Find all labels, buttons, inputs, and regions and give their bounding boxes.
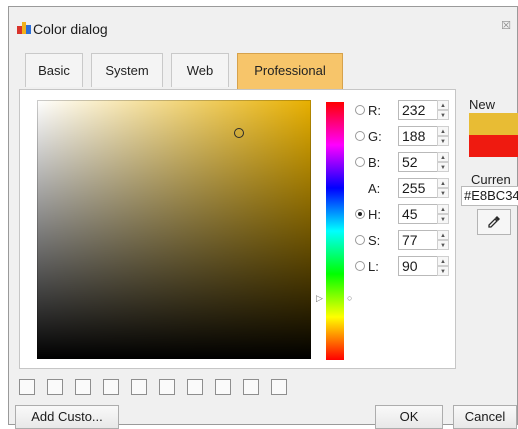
custom-color-slot[interactable] — [131, 379, 147, 395]
current-color-label: Curren — [471, 172, 511, 187]
custom-color-slot[interactable] — [215, 379, 231, 395]
custom-color-slot[interactable] — [187, 379, 203, 395]
color-cursor[interactable] — [234, 128, 244, 138]
stepper-blue[interactable]: ▲ ▼ — [437, 152, 449, 172]
stepper-hue[interactable]: ▲ ▼ — [437, 204, 449, 224]
hue-slider[interactable] — [326, 102, 344, 360]
input-hue[interactable]: 45 — [398, 204, 438, 224]
label-hue: H: — [368, 207, 381, 222]
window-title: Color dialog — [33, 21, 108, 37]
label-green: G: — [368, 129, 382, 144]
spin-down-icon[interactable]: ▼ — [437, 240, 449, 250]
hue-marker-left-icon[interactable]: ▷ — [316, 293, 323, 303]
spin-up-icon[interactable]: ▲ — [437, 152, 449, 162]
spin-up-icon[interactable]: ▲ — [437, 178, 449, 188]
color-palette-icon — [17, 22, 31, 34]
tab-professional[interactable]: Professional — [237, 53, 343, 89]
spin-down-icon[interactable]: ▼ — [437, 162, 449, 172]
custom-color-slot[interactable] — [47, 379, 63, 395]
eyedropper-button[interactable] — [477, 209, 511, 235]
custom-color-slot[interactable] — [19, 379, 35, 395]
new-color-label: New — [469, 97, 496, 112]
close-icon[interactable]: ☒ — [501, 19, 511, 32]
tab-basic[interactable]: Basic — [25, 53, 83, 87]
color-dialog-window: Color dialog ☒ Basic System Web Professi… — [8, 6, 518, 429]
radio-lightness[interactable] — [355, 261, 365, 271]
professional-panel: ▷ ○ R: 232 ▲ ▼ G: 188 ▲ ▼ B: 52 ▲ ▼ A: 255 … — [19, 89, 456, 369]
tab-system[interactable]: System — [91, 53, 163, 87]
label-saturation: S: — [368, 233, 381, 248]
input-green[interactable]: 188 — [398, 126, 438, 146]
stepper-lightness[interactable]: ▲ ▼ — [437, 256, 449, 276]
ok-button[interactable]: OK — [375, 405, 443, 429]
input-saturation[interactable]: 77 — [398, 230, 438, 250]
custom-color-slot[interactable] — [243, 379, 259, 395]
custom-color-slot[interactable] — [159, 379, 175, 395]
input-red[interactable]: 232 — [398, 100, 438, 120]
custom-color-slot[interactable] — [271, 379, 287, 395]
stepper-saturation[interactable]: ▲ ▼ — [437, 230, 449, 250]
spin-up-icon[interactable]: ▲ — [437, 100, 449, 110]
spin-up-icon[interactable]: ▲ — [437, 230, 449, 240]
new-color-swatch — [469, 113, 518, 135]
label-lightness: L: — [368, 259, 379, 274]
radio-saturation[interactable] — [355, 235, 365, 245]
hex-input[interactable]: #E8BC34 — [461, 186, 518, 206]
stepper-alpha[interactable]: ▲ ▼ — [437, 178, 449, 198]
stepper-red[interactable]: ▲ ▼ — [437, 100, 449, 120]
spin-down-icon[interactable]: ▼ — [437, 266, 449, 276]
spin-down-icon[interactable]: ▼ — [437, 188, 449, 198]
radio-hue[interactable] — [355, 209, 365, 219]
spin-down-icon[interactable]: ▼ — [437, 214, 449, 224]
label-red: R: — [368, 103, 381, 118]
input-blue[interactable]: 52 — [398, 152, 438, 172]
label-alpha: A: — [368, 181, 381, 196]
custom-color-slot[interactable] — [103, 379, 119, 395]
eyedropper-icon — [488, 216, 500, 228]
spin-down-icon[interactable]: ▼ — [437, 136, 449, 146]
title-bar: Color dialog ☒ — [9, 7, 517, 47]
stepper-green[interactable]: ▲ ▼ — [437, 126, 449, 146]
radio-red[interactable] — [355, 105, 365, 115]
tab-web[interactable]: Web — [171, 53, 229, 87]
spin-up-icon[interactable]: ▲ — [437, 204, 449, 214]
radio-green[interactable] — [355, 131, 365, 141]
hue-marker-right-icon[interactable]: ○ — [347, 293, 352, 303]
input-alpha[interactable]: 255 — [398, 178, 438, 198]
custom-color-slot[interactable] — [75, 379, 91, 395]
saturation-value-square[interactable] — [37, 100, 311, 359]
label-blue: B: — [368, 155, 381, 170]
radio-blue[interactable] — [355, 157, 365, 167]
current-color-swatch — [469, 135, 518, 157]
spin-up-icon[interactable]: ▲ — [437, 126, 449, 136]
spin-down-icon[interactable]: ▼ — [437, 110, 449, 120]
add-custom-button[interactable]: Add Custo... — [15, 405, 119, 429]
input-lightness[interactable]: 90 — [398, 256, 438, 276]
spin-up-icon[interactable]: ▲ — [437, 256, 449, 266]
cancel-button[interactable]: Cancel — [453, 405, 517, 429]
